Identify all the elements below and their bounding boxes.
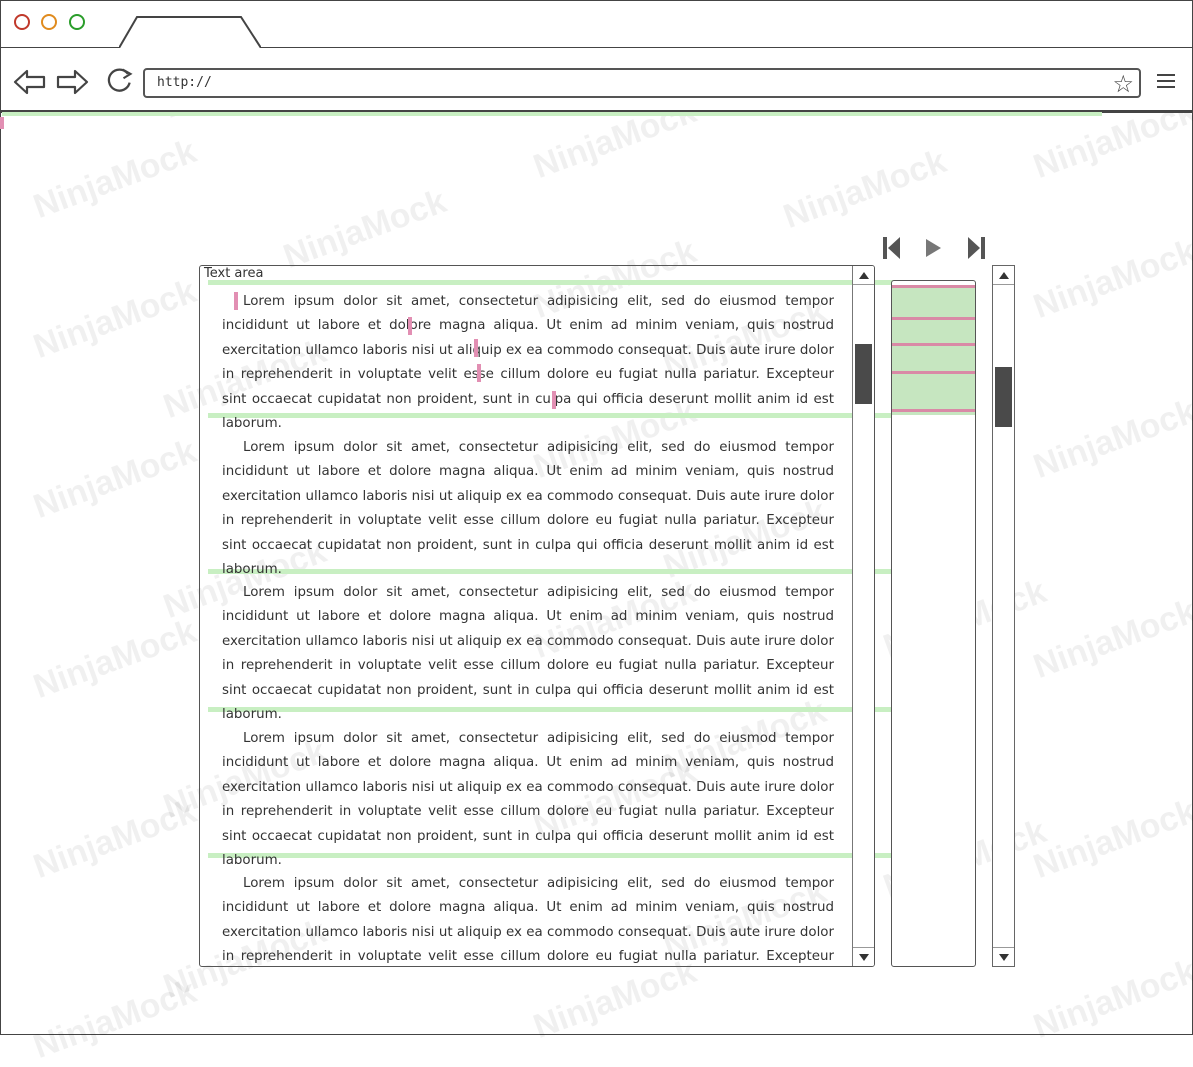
scroll-up-arrow-icon[interactable] (993, 266, 1014, 285)
forward-arrow-icon[interactable] (55, 68, 89, 96)
menu-icon[interactable] (1157, 74, 1175, 90)
play-icon[interactable] (922, 236, 944, 260)
maximize-window-icon[interactable] (69, 14, 85, 30)
selection-marker (474, 339, 478, 357)
scroll-up-arrow-icon[interactable] (853, 266, 874, 285)
scroll-down-arrow-icon[interactable] (993, 947, 1014, 966)
navigation-bar: http:// ☆ (1, 48, 1192, 113)
reload-icon[interactable] (103, 66, 137, 94)
selection-marker (477, 364, 481, 382)
page-scrollbar[interactable] (992, 265, 1015, 967)
selection-marker (408, 317, 412, 335)
star-icon[interactable]: ☆ (1112, 70, 1134, 98)
text-area-scrollbar[interactable] (852, 266, 874, 966)
scroll-thumb[interactable] (855, 344, 872, 404)
minimap-panel[interactable] (891, 280, 976, 967)
marker (0, 117, 4, 129)
scroll-down-arrow-icon[interactable] (853, 947, 874, 966)
paragraph: Lorem ipsum dolor sit amet, consectetur … (222, 294, 834, 432)
selection-marker (234, 292, 238, 310)
address-bar[interactable]: http:// ☆ (143, 68, 1141, 98)
scroll-thumb[interactable] (995, 367, 1012, 427)
minimap-marker (892, 317, 975, 320)
selection-marker (552, 391, 556, 409)
url-text: http:// (157, 75, 212, 90)
minimize-window-icon[interactable] (41, 14, 57, 30)
close-window-icon[interactable] (14, 14, 30, 30)
minimap-viewport[interactable] (892, 285, 975, 415)
minimap-marker (892, 371, 975, 374)
text-area-label: Text area (204, 266, 264, 281)
paragraph: Lorem ipsum dolor sit amet, consectetur … (222, 440, 834, 578)
back-arrow-icon[interactable] (13, 68, 47, 96)
paragraph: Lorem ipsum dolor sit amet, consectetur … (222, 731, 834, 869)
text-area[interactable]: Text area Lorem ipsum dolor sit amet, co… (199, 265, 875, 967)
minimap-marker (892, 409, 975, 412)
minimap-marker (892, 343, 975, 346)
minimap-marker (892, 285, 975, 288)
guide-line (2, 112, 1102, 116)
paragraph: Lorem ipsum dolor sit amet, consectetur … (222, 585, 834, 723)
title-bar (1, 1, 1192, 49)
skip-next-icon[interactable] (965, 236, 987, 260)
skip-previous-icon[interactable] (881, 236, 903, 260)
browser-tab[interactable] (119, 15, 261, 48)
paragraph: Lorem ipsum dolor sit amet, consectetur … (222, 876, 834, 965)
